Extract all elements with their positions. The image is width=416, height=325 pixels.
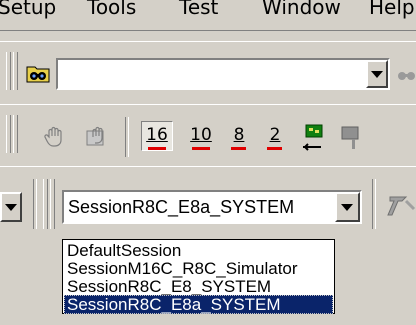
radix-binary-indicator (267, 147, 282, 150)
menu-test[interactable]: Test (179, 0, 218, 21)
debug-toolbar: 16 10 8 2 (0, 104, 416, 168)
toolbar-grip[interactable] (50, 179, 55, 229)
radix-decimal-button[interactable]: 10 (187, 122, 215, 150)
session-dropdown-list: DefaultSession SessionM16C_R8C_Simulator… (62, 239, 335, 314)
toolbar-grip[interactable] (6, 52, 11, 90)
session-toolbar: SessionR8C_E8a_SYSTEM (0, 166, 416, 240)
session-option-r8c-e8a-system[interactable]: SessionR8C_E8a_SYSTEM (64, 295, 333, 314)
menu-help[interactable]: Help (369, 0, 415, 21)
hand-icon[interactable] (43, 125, 67, 149)
binoculars-icon[interactable] (396, 62, 416, 86)
download-board-icon[interactable] (298, 121, 326, 151)
toolbar-grip[interactable] (43, 179, 48, 229)
menu-tools[interactable]: Tools (87, 0, 136, 21)
radix-binary-button[interactable]: 2 (263, 122, 287, 150)
session-option-r8c-e8-system[interactable]: SessionR8C_E8_SYSTEM (64, 277, 333, 296)
menu-bar: Setup Tools Test Window Help (0, 0, 416, 31)
toolbar-separator (372, 179, 376, 229)
toolbar-grip[interactable] (13, 115, 18, 153)
connect-tool-icon[interactable] (384, 187, 416, 223)
session-combo-value: SessionR8C_E8a_SYSTEM (68, 197, 295, 217)
radix-octal-button[interactable]: 8 (227, 122, 251, 150)
menu-setup[interactable]: Setup (0, 0, 56, 21)
chevron-down-icon (371, 71, 383, 78)
clear-hand-icon[interactable] (84, 125, 110, 149)
board-icon[interactable] (338, 121, 366, 151)
session-option-m16c-r8c-simulator[interactable]: SessionM16C_R8C_Simulator (64, 259, 333, 278)
find-combo[interactable] (56, 58, 390, 90)
session-combo-dropdown-button[interactable] (335, 192, 360, 222)
toolbar-separator (33, 179, 37, 229)
chevron-down-icon (5, 204, 17, 211)
left-combo-dropdown-button[interactable] (0, 192, 22, 222)
toolbar-grip[interactable] (13, 52, 18, 90)
menu-window[interactable]: Window (262, 0, 341, 21)
session-combo[interactable]: SessionR8C_E8a_SYSTEM (62, 190, 362, 224)
radix-hex-indicator (148, 147, 166, 150)
radix-decimal-indicator (192, 147, 210, 150)
chevron-down-icon (341, 204, 353, 211)
toolbar-separator (125, 117, 129, 157)
search-toolbar (0, 41, 416, 105)
radix-octal-indicator (231, 147, 246, 150)
toolbar-grip[interactable] (6, 115, 11, 153)
session-option-default[interactable]: DefaultSession (64, 241, 333, 260)
find-in-files-icon[interactable] (25, 62, 51, 86)
find-combo-dropdown-button[interactable] (366, 60, 388, 88)
